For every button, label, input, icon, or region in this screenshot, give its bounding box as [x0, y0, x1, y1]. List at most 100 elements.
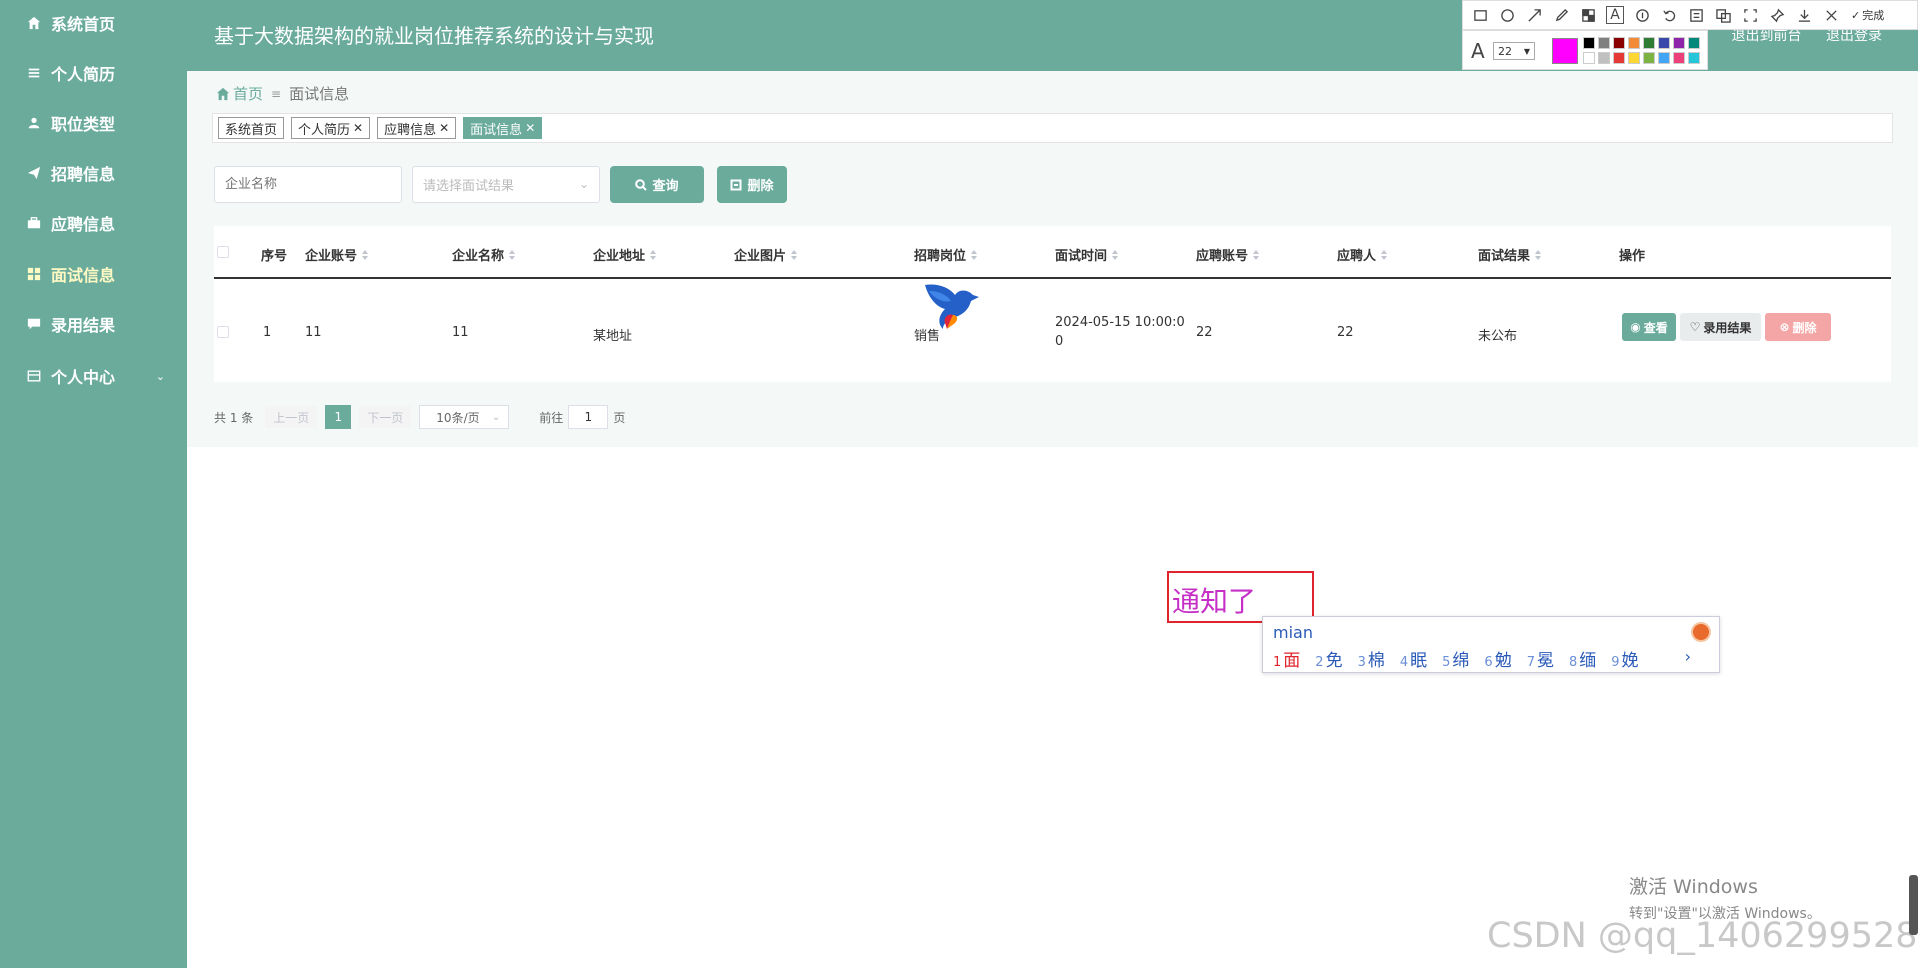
ime-candidate[interactable]: 1面 [1273, 646, 1300, 671]
sidebar-item-job-type[interactable]: 职位类型 [0, 98, 187, 148]
page-size-select[interactable]: 10条/页 ⌄ [419, 405, 510, 429]
current-color-swatch[interactable] [1552, 38, 1578, 64]
color-swatch[interactable] [1583, 37, 1595, 49]
tag-resume[interactable]: 个人简历 ✕ [291, 117, 371, 139]
logout-link[interactable]: 退出登录 [1826, 28, 1882, 44]
exit-to-front-link[interactable]: 退出到前台 [1732, 28, 1802, 44]
heart-icon: ♡ [1689, 320, 1701, 334]
cell-company-account: 11 [305, 325, 322, 340]
goto-page-input[interactable]: 1 [568, 405, 609, 429]
sidebar-item-resume[interactable]: 个人简历 [0, 48, 187, 98]
select-all-checkbox[interactable] [217, 246, 229, 258]
col-position[interactable]: 招聘岗位 [914, 245, 978, 264]
col-result[interactable]: 面试结果 [1478, 245, 1542, 264]
color-swatch[interactable] [1643, 52, 1655, 64]
user-icon [27, 116, 41, 130]
done-button[interactable]: ✓ 完成 [1851, 7, 1884, 23]
color-swatch[interactable] [1673, 52, 1685, 64]
ellipse-tool-icon[interactable] [1498, 6, 1516, 24]
snip-toolbar: A ✓ 完成 [1462, 0, 1918, 30]
main-content: 首页 ≡ 面试信息 系统首页 个人简历✕ 应聘信息✕ 面试信息✕ 请选择面试结果… [187, 71, 1918, 447]
number-tool-icon[interactable] [1633, 6, 1651, 24]
page-number-current[interactable]: 1 [325, 405, 352, 429]
scrollbar[interactable] [1909, 875, 1918, 935]
translate-icon[interactable] [1714, 6, 1732, 24]
color-swatch[interactable] [1583, 52, 1595, 64]
color-swatch[interactable] [1688, 37, 1700, 49]
sidebar-item-home[interactable]: 系统首页 [0, 0, 187, 48]
tags-bar: 系统首页 个人简历 ✕ 应聘信息 ✕ 面试信息 ✕ [212, 113, 1893, 143]
ime-candidate[interactable]: 7冕 [1527, 646, 1554, 671]
col-company-name[interactable]: 企业名称 [452, 245, 516, 264]
search-icon [635, 178, 648, 191]
sidebar-item-hire-result[interactable]: 录用结果 [0, 299, 187, 349]
hire-result-button[interactable]: ♡ 录用结果 [1680, 313, 1761, 341]
arrow-tool-icon[interactable] [1525, 6, 1543, 24]
col-company-account[interactable]: 企业账号 [305, 245, 369, 264]
next-page-button[interactable]: 下一页 [359, 406, 412, 428]
color-swatch[interactable] [1688, 52, 1700, 64]
long-screenshot-icon[interactable] [1741, 6, 1759, 24]
breadcrumb-current: 面试信息 [289, 85, 350, 103]
tag-apply[interactable]: 应聘信息 ✕ [377, 117, 457, 139]
query-button[interactable]: 查询 [610, 166, 704, 203]
undo-icon[interactable] [1660, 6, 1678, 24]
ime-candidate[interactable]: 3棉 [1358, 646, 1385, 671]
view-button[interactable]: ◉ 查看 [1622, 313, 1676, 341]
interview-result-select[interactable]: 请选择面试结果 ⌄ [412, 166, 600, 203]
rectangle-tool-icon[interactable] [1471, 6, 1489, 24]
ocr-icon[interactable] [1687, 6, 1705, 24]
sidebar-item-personal-center[interactable]: 个人中心 ⌄ [0, 351, 187, 401]
ime-candidate[interactable]: 5绵 [1442, 646, 1469, 671]
tag-interview[interactable]: 面试信息 ✕ [463, 117, 543, 139]
row-checkbox[interactable] [217, 326, 229, 338]
pin-icon[interactable] [1768, 6, 1786, 24]
close-icon[interactable]: ✕ [525, 121, 535, 135]
color-swatch[interactable] [1613, 37, 1625, 49]
color-swatch[interactable] [1598, 37, 1610, 49]
col-company-image[interactable]: 企业图片 [734, 245, 798, 264]
col-applicant[interactable]: 应聘人 [1337, 245, 1388, 264]
prev-page-button[interactable]: 上一页 [265, 406, 318, 428]
close-circle-icon: ⊗ [1779, 320, 1790, 334]
color-swatch[interactable] [1613, 52, 1625, 64]
breadcrumb-home[interactable]: 首页 [233, 83, 263, 104]
batch-delete-button[interactable]: 删除 [717, 166, 787, 203]
color-swatch[interactable] [1658, 37, 1670, 49]
close-icon[interactable]: ✕ [439, 121, 449, 135]
text-tool-icon[interactable]: A [1606, 6, 1624, 24]
sidebar-item-recruit[interactable]: 招聘信息 [0, 148, 187, 198]
color-swatch[interactable] [1658, 52, 1670, 64]
annotation-text[interactable]: 通知了 [1172, 580, 1256, 620]
sidebar-item-apply[interactable]: 应聘信息 [0, 198, 187, 248]
company-name-input[interactable] [214, 166, 402, 203]
ime-candidate[interactable]: 8缅 [1569, 646, 1596, 671]
close-icon[interactable] [1822, 6, 1840, 24]
mosaic-tool-icon[interactable] [1579, 6, 1597, 24]
col-applicant-account[interactable]: 应聘账号 [1196, 245, 1260, 264]
delete-button[interactable]: ⊗ 删除 [1765, 313, 1831, 341]
ime-candidate[interactable]: 2免 [1315, 646, 1342, 671]
color-swatch[interactable] [1673, 37, 1685, 49]
ime-logo-icon[interactable] [1691, 622, 1711, 642]
color-swatch[interactable] [1598, 52, 1610, 64]
col-company-address[interactable]: 企业地址 [593, 245, 657, 264]
download-icon[interactable] [1795, 6, 1813, 24]
font-size-select[interactable]: 22 ▼ [1493, 42, 1535, 60]
ime-candidate[interactable]: 6勉 [1484, 646, 1511, 671]
delete-label: 删除 [747, 179, 774, 194]
tag-system-home[interactable]: 系统首页 [218, 117, 285, 139]
ime-candidate[interactable]: 4眠 [1400, 646, 1427, 671]
close-icon[interactable]: ✕ [353, 121, 363, 135]
color-swatch[interactable] [1628, 52, 1640, 64]
briefcase-icon [27, 216, 41, 230]
chevron-down-icon: ⌄ [155, 369, 165, 383]
chevron-right-icon[interactable]: › [1685, 647, 1691, 666]
ime-candidate[interactable]: 9娩 [1611, 646, 1638, 671]
col-interview-time[interactable]: 面试时间 [1055, 245, 1119, 264]
list-icon [27, 66, 41, 80]
pen-tool-icon[interactable] [1552, 6, 1570, 24]
color-swatch[interactable] [1643, 37, 1655, 49]
sidebar-item-interview[interactable]: 面试信息 [0, 249, 187, 299]
color-swatch[interactable] [1628, 37, 1640, 49]
